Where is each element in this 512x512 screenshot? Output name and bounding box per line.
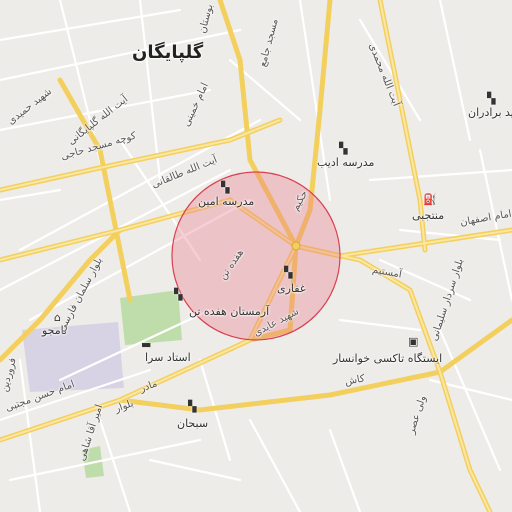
school-icon[interactable]: ▚	[339, 143, 347, 154]
poi-label-baradaran[interactable]: شهید برادران	[468, 107, 512, 118]
poi-label-taxi[interactable]: ایستگاه تاکسی خوانسار	[333, 353, 442, 364]
map-canvas[interactable]: گلپایگان ▚ مدرسه امین ▚ مدرسه ادیب ▚ غفا…	[0, 0, 512, 512]
map-base-layer	[0, 0, 512, 512]
school-icon[interactable]: ▚	[284, 267, 292, 278]
highlight-center	[291, 241, 301, 251]
fuel-icon[interactable]: ⛽	[423, 194, 437, 205]
bed-icon[interactable]: ▬	[141, 339, 151, 350]
school-icon[interactable]: ▚	[188, 401, 196, 412]
poi-label-sobhan[interactable]: سبحان	[177, 418, 208, 429]
city-label: گلپایگان	[132, 42, 204, 63]
poi-label-amin[interactable]: مدرسه امین	[198, 196, 254, 207]
poi-label-ostadsara[interactable]: استاد سرا	[145, 352, 191, 363]
poi-label-montajebi[interactable]: منتجبی	[412, 210, 444, 221]
school-icon[interactable]: ▚	[487, 93, 495, 104]
bus-icon[interactable]: ▣	[408, 336, 418, 347]
poi-label-adib[interactable]: مدرسه ادیب	[317, 157, 374, 168]
poi-label-armestan[interactable]: آرمستان هفده تن	[189, 306, 269, 317]
school-icon[interactable]: ▚	[221, 182, 229, 193]
poi-label-ghafari[interactable]: غفاری	[277, 283, 306, 294]
school-icon[interactable]: ▚	[174, 289, 182, 300]
